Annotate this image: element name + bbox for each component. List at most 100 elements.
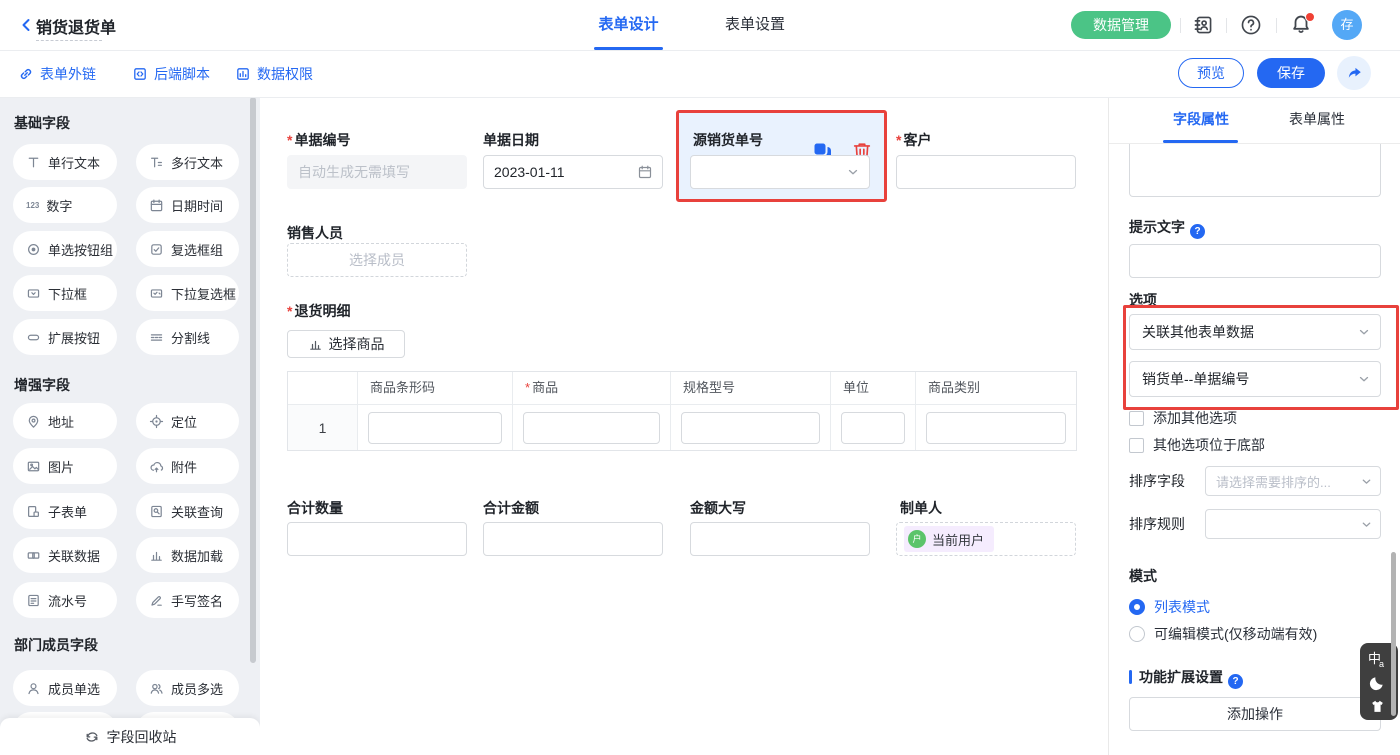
address-book-icon[interactable]: [1192, 14, 1214, 36]
sidebar-scrollbar[interactable]: [250, 97, 256, 663]
data-manage-button[interactable]: 数据管理: [1071, 11, 1171, 39]
category-cell: [916, 404, 1076, 450]
palette-item-signature[interactable]: 手写签名: [136, 582, 239, 618]
palette-item-checkbox-group[interactable]: 复选框组: [136, 231, 239, 267]
language-toggle-icon[interactable]: 中 a: [1366, 648, 1388, 670]
spec-input[interactable]: [681, 412, 820, 444]
share-button[interactable]: [1337, 56, 1371, 90]
help-circle-icon[interactable]: ?: [1228, 674, 1243, 689]
palette-item-serial-number[interactable]: 流水号: [13, 582, 117, 618]
help-icon[interactable]: [1240, 14, 1262, 36]
palette-item-divider-line[interactable]: 分割线: [136, 319, 239, 355]
palette-item-multi-dropdown[interactable]: 下拉复选框: [136, 275, 239, 311]
palette-item-locate[interactable]: 定位: [136, 403, 239, 439]
palette-item-dropdown[interactable]: 下拉框: [13, 275, 117, 311]
col-header-product: 商品: [513, 372, 671, 404]
palette-item-attachment[interactable]: 附件: [136, 448, 239, 484]
salesperson-picker[interactable]: 选择成员: [287, 243, 467, 277]
add-other-option-checkbox[interactable]: 添加其他选项: [1129, 408, 1237, 428]
sort-field-select[interactable]: 请选择需要排序的...: [1205, 466, 1381, 496]
palette-item-number[interactable]: 123 数字: [13, 187, 117, 223]
panel-scrollbar[interactable]: [1391, 552, 1396, 716]
scrolled-textarea[interactable]: [1129, 144, 1381, 197]
sort-field-label: 排序字段: [1129, 472, 1185, 490]
back-icon[interactable]: [18, 17, 34, 33]
customer-input[interactable]: [896, 155, 1076, 189]
form-canvas: 单据编号 单据日期 源销货单号 客户 销售人员 选择成员 退货: [260, 97, 1108, 755]
form-external-link[interactable]: 表单外链: [18, 50, 96, 97]
palette-item-extend-button[interactable]: 扩展按钮: [13, 319, 117, 355]
single-line-text-icon: [26, 155, 41, 170]
palette-item-single-line-text[interactable]: 单行文本: [13, 144, 117, 180]
palette-item-member-single[interactable]: 成员单选: [13, 670, 117, 706]
unit-input[interactable]: [841, 412, 905, 444]
chevron-down-icon: [1360, 475, 1373, 488]
help-circle-icon[interactable]: ?: [1190, 224, 1205, 239]
mode-list-radio[interactable]: 列表模式: [1129, 597, 1210, 617]
number-123-icon: 123: [26, 201, 39, 210]
divider-line-icon: [149, 330, 164, 345]
doc-date-input[interactable]: [483, 155, 663, 189]
preview-button[interactable]: 预览: [1178, 58, 1244, 88]
unit-cell: [831, 404, 916, 450]
current-user-tag: 户 当前用户: [904, 526, 994, 552]
palette-item-data-load[interactable]: 数据加载: [136, 537, 239, 573]
theme-icon[interactable]: [1366, 694, 1388, 718]
tab-form-design[interactable]: 表单设计: [594, 0, 663, 49]
palette-item-member-multi[interactable]: 成员多选: [136, 670, 239, 706]
active-tab-underline: [594, 47, 663, 50]
multi-dropdown-icon: [149, 286, 164, 301]
palette-item-datetime[interactable]: 日期时间: [136, 187, 239, 223]
palette-item-address[interactable]: 地址: [13, 403, 117, 439]
product-cell: [513, 404, 671, 450]
option-source-select[interactable]: 关联其他表单数据: [1129, 314, 1381, 350]
product-input[interactable]: [523, 412, 660, 444]
palette-item-linked-query[interactable]: 关联查询: [136, 493, 239, 529]
bar-chart-square-icon: [235, 66, 251, 82]
field-label-doc-date: 单据日期: [483, 131, 539, 149]
form-toolbar: 表单外链 后端脚本 数据权限 预览 保存: [0, 50, 1400, 98]
barcode-input[interactable]: [368, 412, 502, 444]
palette-item-multi-line-text[interactable]: 多行文本: [136, 144, 239, 180]
hint-text-input[interactable]: [1129, 244, 1381, 278]
pill-button-icon: [26, 330, 41, 345]
data-permission-link[interactable]: 数据权限: [235, 50, 313, 97]
option-field-select[interactable]: 销货单--单据编号: [1129, 361, 1381, 397]
backend-script-link[interactable]: 后端脚本: [132, 50, 210, 97]
amount-words-input[interactable]: [690, 522, 870, 556]
radio-icon: [26, 242, 41, 257]
palette-item-linked-data[interactable]: 关联数据: [13, 537, 117, 573]
field-recycle-bin[interactable]: 字段回收站: [0, 718, 260, 755]
add-action-button[interactable]: 添加操作: [1129, 697, 1381, 731]
palette-item-subform[interactable]: 子表单: [13, 493, 117, 529]
divider: [1226, 18, 1227, 33]
source-order-select[interactable]: [690, 155, 870, 189]
calendar-icon[interactable]: [637, 164, 653, 180]
sort-rule-select[interactable]: [1205, 509, 1381, 539]
total-amount-input[interactable]: [483, 522, 663, 556]
doc-no-input[interactable]: [287, 155, 467, 189]
chevron-down-icon: [1357, 372, 1371, 386]
accent-bar: [1129, 670, 1132, 684]
mode-editable-radio[interactable]: 可编辑模式(仅移动端有效): [1129, 624, 1317, 644]
palette-item-image[interactable]: 图片: [13, 448, 117, 484]
location-pin-icon: [26, 414, 41, 429]
section-title-basic-fields: 基础字段: [14, 113, 70, 133]
save-button[interactable]: 保存: [1257, 58, 1325, 88]
tab-form-properties[interactable]: 表单属性: [1267, 97, 1367, 141]
selected-field-source-order[interactable]: 源销货单号: [676, 110, 887, 202]
share-arrow-icon: [1345, 64, 1363, 82]
hint-text-label: 提示文字?: [1129, 218, 1205, 236]
pick-product-button[interactable]: 选择商品: [287, 330, 405, 358]
page-title[interactable]: 销货退货单: [36, 14, 116, 38]
tab-field-properties[interactable]: 字段属性: [1151, 97, 1251, 141]
dark-mode-icon[interactable]: [1366, 670, 1388, 694]
total-qty-input[interactable]: [287, 522, 467, 556]
creator-field[interactable]: 户 当前用户: [896, 522, 1076, 556]
detail-table-header-row: 商品条形码 商品 规格型号 单位 商品类别: [288, 372, 1076, 404]
palette-item-radio-group[interactable]: 单选按钮组: [13, 231, 117, 267]
user-avatar[interactable]: 存: [1332, 10, 1362, 40]
other-option-bottom-checkbox[interactable]: 其他选项位于底部: [1129, 435, 1265, 455]
tab-form-settings[interactable]: 表单设置: [722, 0, 788, 49]
category-input[interactable]: [926, 412, 1066, 444]
